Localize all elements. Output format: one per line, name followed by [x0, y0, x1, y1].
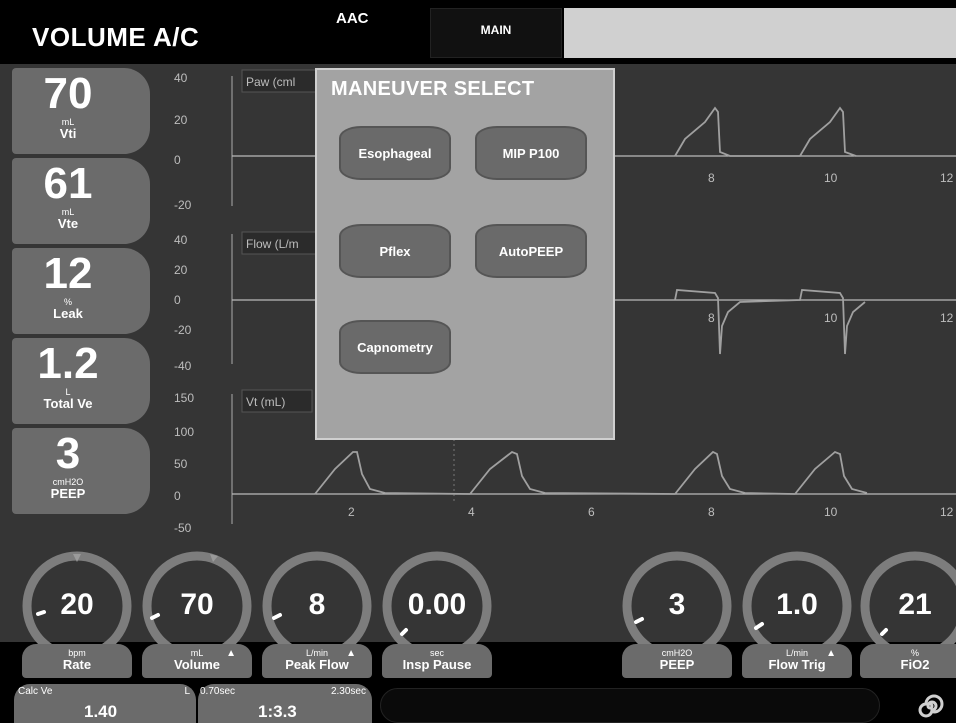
vt-tick: -50: [174, 521, 192, 535]
knob-value: 20: [60, 588, 94, 621]
monitor-label: Vti: [59, 126, 77, 141]
paw-time-tick: 12: [940, 171, 954, 185]
adjust-arrow-icon: ▲: [346, 648, 356, 659]
flow-trig-knob[interactable]: 1.0 L/min Flow Trig ▲: [738, 548, 856, 678]
message-bar: [380, 688, 880, 723]
flow-tick: -20: [174, 323, 192, 337]
pflex-button[interactable]: Pflex: [339, 224, 451, 278]
paw-tick: -20: [174, 198, 192, 212]
monitor-label: Total Ve: [43, 396, 93, 411]
insp-pause-knob[interactable]: 0.00 sec Insp Pause: [378, 548, 496, 678]
knob-label-box: cmH2O PEEP: [622, 644, 732, 678]
ie-ratio-panel: 0.70sec 2.30sec 1:3.3: [198, 684, 372, 723]
vt-tick: 0: [174, 489, 181, 503]
knob-value: 0.00: [407, 588, 467, 621]
knob-label-box: L/min Peak Flow ▲: [262, 644, 372, 678]
flow-tick: -40: [174, 359, 192, 373]
knob-label: Insp Pause: [402, 657, 472, 672]
flow-tick: 40: [174, 233, 188, 247]
vt-tick: 100: [174, 425, 194, 439]
knob-label: Volume: [174, 657, 220, 672]
vt-tick: 50: [174, 457, 188, 471]
monitor-value: 1.2: [37, 339, 99, 388]
maneuver-select-dialog: MANEUVER SELECT Esophageal MIP P100 Pfle…: [315, 68, 615, 440]
vt-time-tick: 6: [588, 505, 595, 519]
vt-time-tick: 8: [708, 505, 715, 519]
flow-label: Flow (L/m: [246, 237, 299, 251]
paw-tick: 20: [174, 113, 188, 127]
paw-time-tick: 8: [708, 171, 715, 185]
flow-time-tick: 12: [940, 311, 954, 325]
calc-ve-value: 1.40: [84, 702, 118, 721]
esophageal-button[interactable]: Esophageal: [339, 126, 451, 180]
vt-time-tick: 10: [824, 505, 838, 519]
monitor-value: 70: [43, 69, 93, 118]
maneuver-title: MANEUVER SELECT: [331, 78, 535, 100]
vt-label: Vt (mL): [246, 395, 285, 409]
sub-mode-label: AAC: [336, 10, 369, 27]
paw-time-tick: 10: [824, 171, 838, 185]
knob-value: 1.0: [776, 588, 818, 621]
paw-label: Paw (cml: [246, 75, 295, 89]
vt-time-tick: 4: [468, 505, 475, 519]
monitor-total-ve[interactable]: 1.2 L Total Ve: [12, 338, 150, 424]
fio2-knob[interactable]: 21 % FiO2: [856, 548, 956, 678]
monitor-value: 3: [55, 429, 81, 478]
knob-label-box: sec Insp Pause: [382, 644, 492, 678]
adjust-arrow-icon: ▲: [226, 648, 236, 659]
volume-knob[interactable]: 70 mL Volume ▲: [138, 548, 256, 678]
flow-time-tick: 10: [824, 311, 838, 325]
monitor-leak[interactable]: 12 % Leak: [12, 248, 150, 334]
calc-ve-label: Calc Ve: [18, 686, 53, 697]
mip-p100-button[interactable]: MIP P100: [475, 126, 587, 180]
monitor-label: PEEP: [50, 486, 86, 501]
flow-tick: 20: [174, 263, 188, 277]
te-value: 2.30sec: [330, 686, 366, 697]
monitor-value: 61: [43, 159, 93, 208]
vt-waveform: [314, 450, 868, 495]
monitor-label: Vte: [57, 216, 79, 231]
monitor-label: Leak: [53, 306, 83, 321]
monitor-vte[interactable]: 61 mL Vte: [12, 158, 150, 244]
mode-title[interactable]: VOLUME A/C: [32, 22, 199, 53]
alarm-message-bar: [564, 8, 956, 58]
autopeep-button[interactable]: AutoPEEP: [475, 224, 587, 278]
paw-tick: 40: [174, 71, 188, 85]
knob-label-box: L/min Flow Trig ▲: [742, 644, 852, 678]
flow-time-tick: 8: [708, 311, 715, 325]
knob-value: 3: [668, 588, 686, 621]
vt-time-tick: 12: [940, 505, 954, 519]
monitor-vti[interactable]: 70 mL Vti: [12, 68, 150, 154]
ie-ratio-value: 1:3.3: [258, 702, 297, 721]
rate-knob[interactable]: 20 bpm Rate: [18, 548, 136, 678]
monitor-peep[interactable]: 3 cmH2O PEEP: [12, 428, 150, 514]
knob-label-box: % FiO2: [860, 644, 956, 678]
monitor-value: 12: [43, 249, 93, 298]
knob-label: Rate: [62, 657, 92, 672]
calc-ve-panel: Calc Ve L 1.40: [14, 684, 196, 723]
flow-tick: 0: [174, 293, 181, 307]
knob-value: 8: [308, 588, 326, 621]
knob-value: 21: [898, 588, 932, 621]
peep-knob[interactable]: 3 cmH2O PEEP: [618, 548, 736, 678]
knob-label: Peak Flow: [285, 657, 349, 672]
knob-label: Flow Trig: [768, 657, 826, 672]
ti-value: 0.70sec: [200, 686, 236, 697]
vt-time-tick: 2: [348, 505, 355, 519]
paw-waveform: [674, 106, 857, 157]
vt-tick: 150: [174, 391, 194, 405]
knob-label: FiO2: [900, 657, 930, 672]
adjust-arrow-icon: ▲: [826, 648, 836, 659]
peak-flow-knob[interactable]: 8 L/min Peak Flow ▲: [258, 548, 376, 678]
knob-label-box: bpm Rate: [22, 644, 132, 678]
calc-ve-unit: L: [184, 686, 190, 697]
tab-main[interactable]: MAIN: [430, 8, 562, 58]
capnometry-button[interactable]: Capnometry: [339, 320, 451, 374]
knob-label: PEEP: [659, 657, 695, 672]
knob-value: 70: [180, 588, 214, 621]
paw-tick: 0: [174, 153, 181, 167]
knob-label-box: mL Volume ▲: [142, 644, 252, 678]
spiral-logo-icon[interactable]: [914, 690, 946, 722]
